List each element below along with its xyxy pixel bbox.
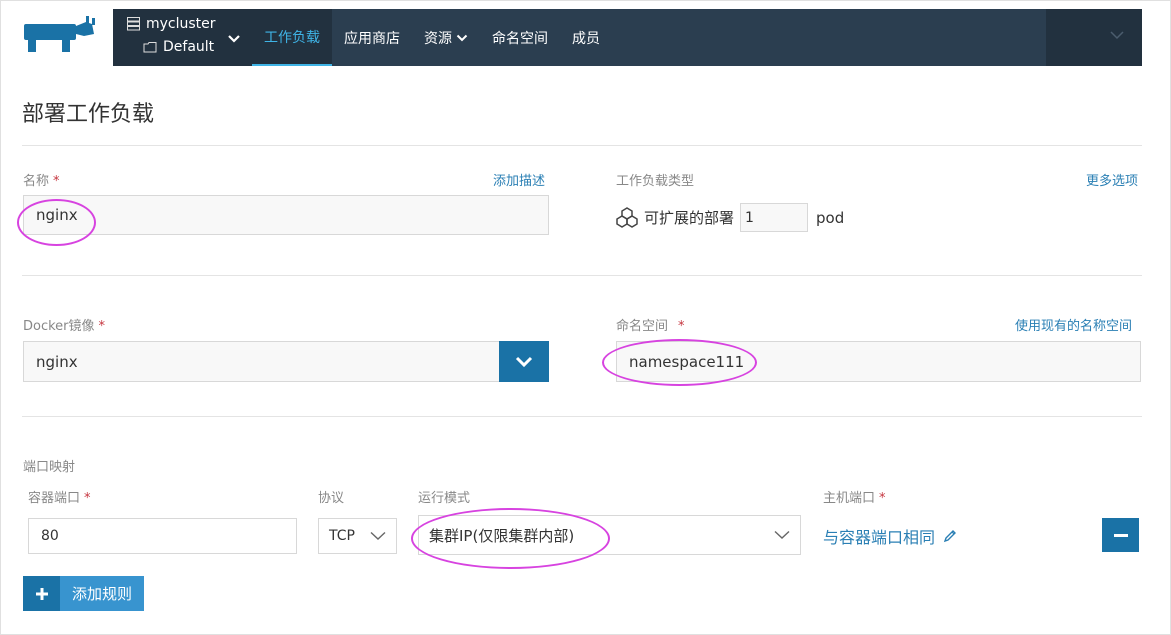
required-mark: * xyxy=(53,174,60,189)
nav-catalog[interactable]: 应用商店 xyxy=(332,9,412,66)
host-port-same-text: 与容器端口相同 xyxy=(823,528,936,547)
host-port-label-text: 主机端口 xyxy=(823,491,876,506)
nav-label: 成员 xyxy=(572,30,600,47)
nav-workloads[interactable]: 工作负载 xyxy=(252,9,332,66)
cluster-name: mycluster xyxy=(146,16,216,32)
server-icon xyxy=(127,17,140,31)
add-rule-button[interactable]: 添加规则 xyxy=(23,576,145,611)
container-port-input[interactable]: 80 xyxy=(28,518,297,554)
port-mapping-label: 端口映射 xyxy=(23,460,76,475)
workload-type-label: 工作负载类型 xyxy=(616,174,695,189)
scalable-label: 可扩展的部署 xyxy=(644,209,735,227)
nav-members[interactable]: 成员 xyxy=(560,9,612,66)
nav-label: 工作负载 xyxy=(264,29,320,46)
scale-value: 1 xyxy=(745,209,754,226)
docker-image-label: Docker镜像 * xyxy=(23,315,105,334)
protocol-value: TCP xyxy=(329,528,355,544)
namespace-label-text: 命名空间 xyxy=(616,319,669,334)
cluster-name-row: mycluster xyxy=(127,16,216,32)
chevron-down-icon xyxy=(1110,31,1124,40)
run-mode-value: 集群IP(仅限集群内部) xyxy=(429,526,575,545)
cubes-icon xyxy=(616,206,638,228)
rancher-logo[interactable] xyxy=(22,14,102,54)
name-label: 名称 * xyxy=(23,170,60,189)
docker-image-value: nginx xyxy=(36,352,78,371)
required-mark: * xyxy=(98,319,106,334)
scale-unit: pod xyxy=(816,208,845,227)
nav-resources[interactable]: 资源 xyxy=(412,9,480,66)
project-name: Default xyxy=(163,39,215,55)
required-mark: * xyxy=(84,491,91,506)
container-port-label: 容器端口 * xyxy=(28,487,91,506)
plus-icon xyxy=(23,576,60,611)
scalable-deployment: 可扩展的部署 1 pod xyxy=(616,203,844,232)
container-port-value: 80 xyxy=(41,528,59,544)
namespace-label: 命名空间 * xyxy=(616,315,685,334)
main-nav: 工作负载 应用商店 资源 命名空间 成员 xyxy=(252,9,612,66)
nav-label: 资源 xyxy=(424,30,452,47)
namespace-input[interactable]: namespace111 xyxy=(616,341,1141,382)
chevron-down-icon xyxy=(515,356,533,367)
chevron-down-icon xyxy=(370,531,386,540)
nav-label: 命名空间 xyxy=(492,30,548,47)
nav-label: 应用商店 xyxy=(344,30,400,47)
image-dropdown-button[interactable] xyxy=(499,341,549,382)
pencil-icon xyxy=(943,530,957,543)
more-options-link[interactable]: 更多选项 xyxy=(1086,170,1138,189)
top-navigation: mycluster Default 工作负载 应用商店 资源 命名空间 成员 xyxy=(113,9,1142,66)
chevron-down-icon[interactable] xyxy=(227,29,241,48)
name-input-value: nginx xyxy=(36,206,78,224)
chevron-down-icon xyxy=(774,530,790,539)
name-label-text: 名称 xyxy=(23,174,50,189)
docker-image-input[interactable]: nginx xyxy=(23,341,500,382)
run-mode-select[interactable]: 集群IP(仅限集群内部) xyxy=(418,515,801,555)
docker-image-label-text: Docker镜像 xyxy=(23,319,95,334)
required-mark: * xyxy=(879,491,886,506)
container-port-label-text: 容器端口 xyxy=(28,491,81,506)
scale-input[interactable]: 1 xyxy=(740,203,809,232)
protocol-label: 协议 xyxy=(318,491,345,506)
add-rule-label: 添加规则 xyxy=(60,576,145,611)
namespace-value: namespace111 xyxy=(629,352,745,371)
host-port-same-link[interactable]: 与容器端口相同 xyxy=(823,524,957,548)
user-menu[interactable] xyxy=(1046,9,1142,66)
divider xyxy=(22,275,1142,276)
host-port-label: 主机端口 * xyxy=(823,487,886,506)
cluster-switcher[interactable]: mycluster Default xyxy=(113,9,252,66)
add-description-link[interactable]: 添加描述 xyxy=(493,170,545,189)
protocol-select[interactable]: TCP xyxy=(318,518,397,554)
page-title: 部署工作负载 xyxy=(22,102,155,127)
name-input[interactable]: nginx xyxy=(23,195,549,235)
run-mode-label: 运行模式 xyxy=(418,491,471,506)
use-existing-namespace-link[interactable]: 使用现有的名称空间 xyxy=(1015,315,1132,334)
minus-icon xyxy=(1113,533,1128,537)
divider xyxy=(22,416,1142,417)
required-mark: * xyxy=(678,319,685,334)
chevron-down-icon xyxy=(456,34,468,41)
divider xyxy=(22,145,1142,146)
folder-icon xyxy=(143,42,157,53)
nav-namespaces[interactable]: 命名空间 xyxy=(480,9,560,66)
project-name-row: Default xyxy=(143,39,214,55)
remove-port-button[interactable] xyxy=(1102,518,1139,552)
